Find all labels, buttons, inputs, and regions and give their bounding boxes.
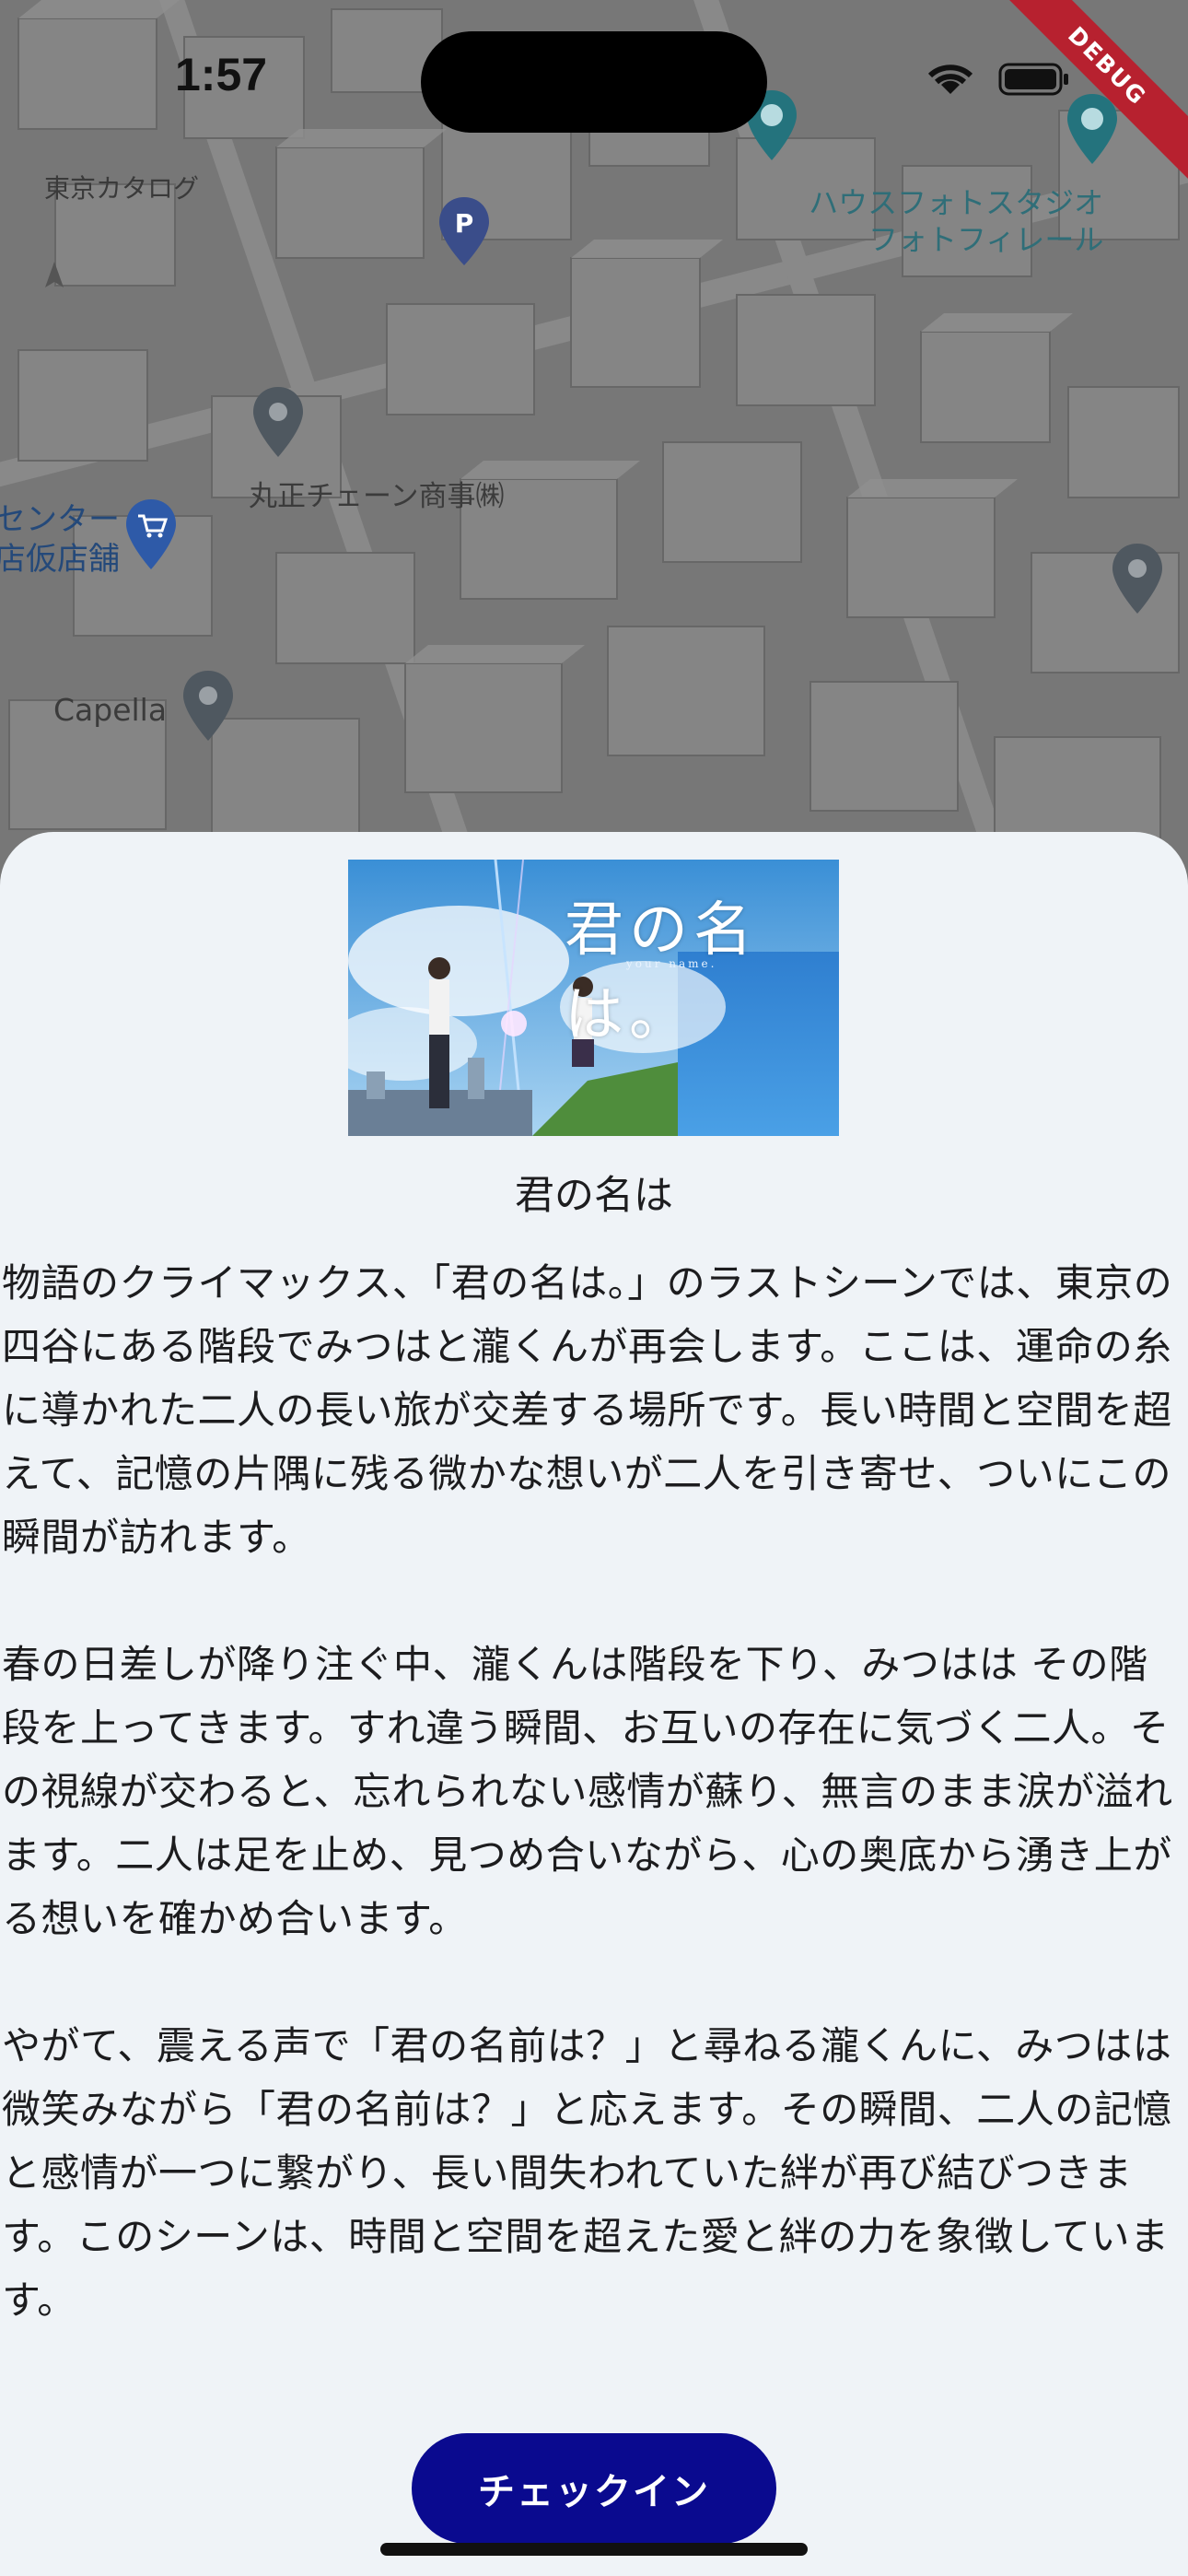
direction-arrow-icon [45, 262, 64, 287]
story-paragraph: 物語のクライマックス、「君の名は。」のラストシーンでは、東京の四谷にある階段でみ… [2, 1260, 1173, 1560]
map-label-house-photo-line1: ハウスフォトスタジオ [809, 185, 1104, 220]
detail-sheet: 君の名は。 your name. 君の名は 物語のクライマックス、「君の名は。」… [0, 832, 1188, 2576]
status-icons [927, 63, 1068, 96]
modal-scrim[interactable] [0, 0, 1188, 884]
map-label-center-line1: センター [0, 501, 120, 538]
place-pin-icon[interactable] [1110, 542, 1165, 615]
svg-text:P: P [455, 208, 474, 239]
story-text: 物語のクライマックス、「君の名は。」のラストシーンでは、東京の四谷にある階段でみ… [2, 1251, 1186, 2332]
dynamic-island [421, 31, 767, 133]
home-indicator[interactable] [380, 2543, 808, 2556]
map-label-house-photo: ハウスフォトスタジオ フォトフィレール [809, 184, 1103, 258]
movie-poster-image: 君の名は。 your name. [348, 860, 839, 1136]
place-pin-icon[interactable] [250, 385, 306, 459]
camera-pin-icon[interactable] [1065, 92, 1120, 166]
map-view[interactable]: 東京カタログ ハウスフォトスタジオ フォトフィレール 丸正チェーン商事㈱ センタ… [0, 0, 1188, 884]
wifi-icon [927, 64, 973, 94]
status-time: 1:57 [175, 49, 268, 100]
parking-pin-icon[interactable]: P [437, 195, 492, 267]
place-pin-icon[interactable] [181, 669, 236, 743]
story-paragraph: 春の日差しが降り注ぐ中、瀧くんは階段を下り、みつはは その階段を上ってきます。す… [2, 1642, 1173, 1941]
map-label-house-photo-line2: フォトフィレール [868, 222, 1104, 257]
shopping-pin-icon[interactable] [123, 498, 179, 571]
story-paragraph: やがて、震える声で「君の名前は？」と尋ねる瀧くんに、みつはは微笑みながら「君の名… [2, 2023, 1172, 2323]
map-label-tokyo-catalog: 東京カタログ [44, 173, 200, 204]
map-label-center-line2: 店仮店舗 [0, 540, 120, 578]
poster-subtitle: your name. [626, 957, 717, 970]
checkin-button[interactable]: チェックイン [412, 2433, 776, 2544]
spot-title: 君の名は [515, 1173, 673, 1219]
battery-icon [998, 63, 1068, 96]
map-label-capella: Capella [53, 692, 168, 728]
map-label-center: センター 店仮店舗 [0, 500, 120, 579]
map-label-marumasa: 丸正チェーン商事㈱ [249, 480, 505, 513]
